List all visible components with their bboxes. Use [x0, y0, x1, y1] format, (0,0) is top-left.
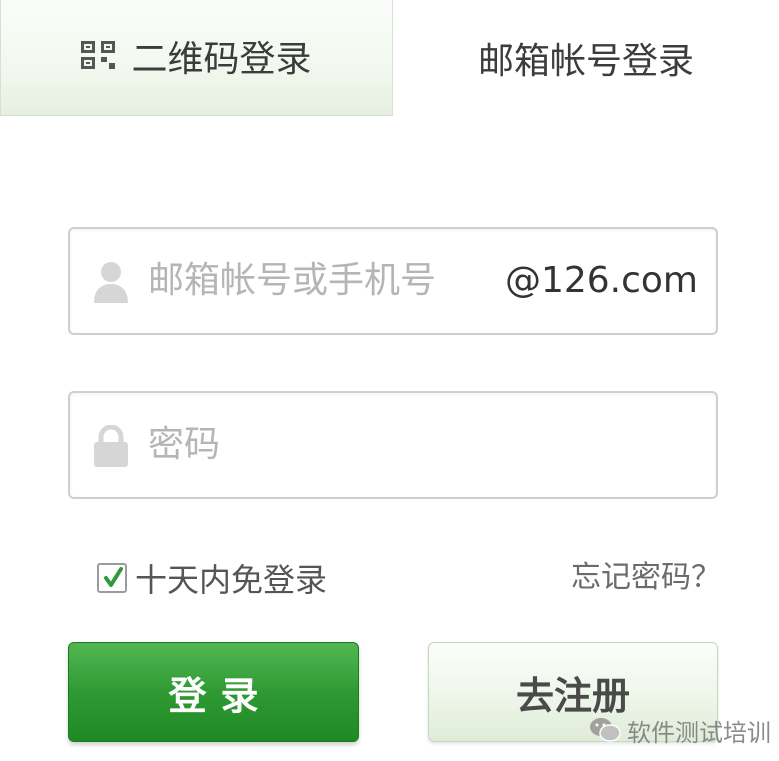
checkmark-icon — [104, 567, 123, 587]
password-field[interactable]: 密码 — [68, 391, 718, 499]
username-placeholder: 邮箱帐号或手机号 — [148, 260, 437, 301]
remember-label: 十天内免登录 — [135, 561, 328, 599]
password-placeholder: 密码 — [148, 424, 221, 465]
domain-suffix: @126.com — [504, 260, 698, 301]
login-button[interactable]: 登录 — [68, 642, 359, 742]
login-tabs: 二维码登录 邮箱帐号登录 — [0, 0, 779, 118]
qr-code-icon — [81, 40, 116, 69]
tab-qr-login[interactable]: 二维码登录 — [0, 0, 393, 116]
remember-option[interactable]: 十天内免登录 — [97, 556, 327, 600]
tab-mail-label: 邮箱帐号登录 — [477, 41, 694, 82]
remember-checkbox[interactable] — [97, 563, 127, 593]
tab-mail-login[interactable]: 邮箱帐号登录 — [393, 0, 779, 116]
username-field[interactable]: 邮箱帐号或手机号 @126.com — [68, 227, 718, 335]
watermark: 软件测试培训 — [589, 712, 771, 748]
watermark-text: 软件测试培训 — [627, 718, 771, 747]
forgot-password-link[interactable]: 忘记密码？ — [571, 556, 721, 600]
user-icon — [94, 262, 128, 303]
wechat-logo-icon — [590, 718, 621, 742]
tab-qr-label: 二维码登录 — [131, 38, 312, 80]
lock-icon — [94, 425, 128, 467]
